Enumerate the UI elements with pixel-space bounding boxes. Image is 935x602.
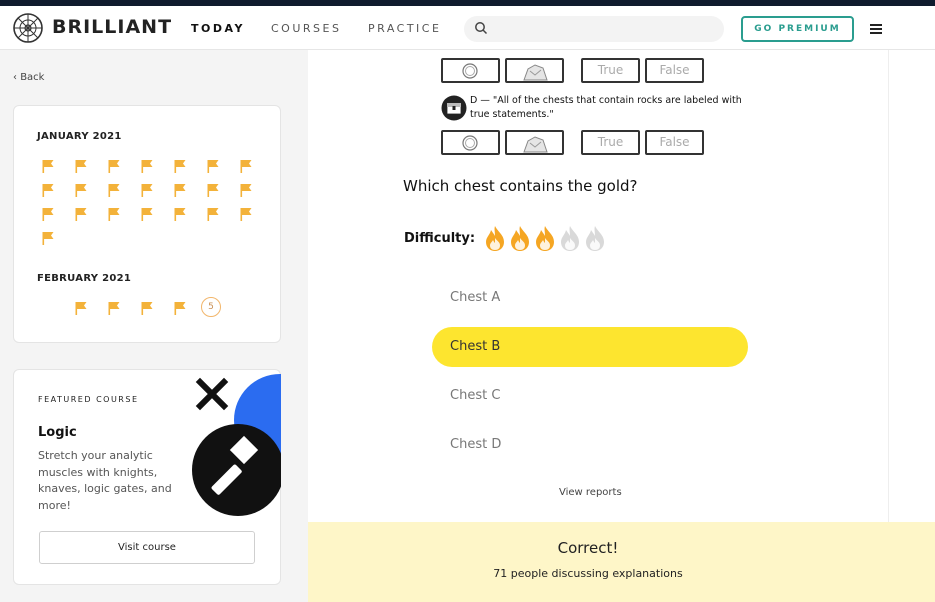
back-link[interactable]: ‹ Back (13, 72, 44, 83)
streak-flag-icon (174, 158, 186, 173)
flame-inactive-icon (558, 224, 582, 252)
streak-flag-icon (240, 182, 252, 197)
choice-chest-a[interactable]: Chest A (432, 278, 748, 318)
course-description: Stretch your analytic muscles with knigh… (38, 449, 172, 512)
streak-flag-icon (174, 300, 186, 315)
streak-flag-icon (75, 206, 87, 221)
false-option[interactable]: False (645, 58, 704, 83)
calendar-month-january: JANUARY 2021 (37, 131, 122, 142)
header: BRILLIANT TODAY COURSES PRACTICE GO PREM… (0, 6, 935, 50)
go-premium-button[interactable]: GO PREMIUM (741, 16, 854, 42)
choice-chest-c[interactable]: Chest C (432, 376, 748, 416)
nav-practice[interactable]: PRACTICE (368, 22, 441, 35)
nav-today[interactable]: TODAY (191, 22, 245, 35)
streak-flag-icon (42, 182, 54, 197)
streak-flag-icon (42, 158, 54, 173)
false-option[interactable]: False (645, 130, 704, 155)
hamburger-menu-icon[interactable] (866, 19, 886, 39)
gold-coin-tile[interactable] (441, 58, 500, 83)
course-title: Logic (38, 425, 77, 440)
chest-icon (441, 95, 467, 121)
streak-flag-icon (207, 182, 219, 197)
streak-flag-icon (42, 206, 54, 221)
calendar-month-february: FEBRUARY 2021 (37, 273, 132, 284)
view-reports-link[interactable]: View reports (559, 487, 622, 498)
streak-flag-icon (240, 158, 252, 173)
streak-flag-icon (108, 182, 120, 197)
streak-flag-icon (174, 206, 186, 221)
back-label: Back (20, 72, 45, 83)
calendar-current-day[interactable]: 5 (201, 297, 221, 317)
difficulty-label: Difficulty: (404, 231, 476, 246)
streak-flag-icon (174, 182, 186, 197)
brand-name[interactable]: BRILLIANT (52, 16, 172, 38)
streak-flag-icon (207, 158, 219, 173)
streak-flag-icon (75, 158, 87, 173)
flame-active-icon (483, 224, 507, 252)
discussion-link[interactable]: 71 people discussing explanations (308, 567, 868, 580)
choice-chest-b[interactable]: Chest B (432, 327, 748, 367)
visit-course-button[interactable]: Visit course (39, 531, 255, 564)
result-status: Correct! (557, 539, 619, 557)
streak-flag-icon (141, 158, 153, 173)
flame-active-icon (533, 224, 557, 252)
rock-tile[interactable] (505, 58, 564, 83)
flame-active-icon (508, 224, 532, 252)
search-input[interactable] (464, 16, 724, 42)
streak-flag-icon (240, 206, 252, 221)
streak-flag-icon (75, 182, 87, 197)
nav-courses[interactable]: COURSES (271, 22, 341, 35)
true-option[interactable]: True (581, 130, 640, 155)
rock-icon (523, 136, 548, 153)
flame-inactive-icon (583, 224, 607, 252)
choice-chest-d[interactable]: Chest D (432, 425, 748, 465)
streak-flag-icon (141, 206, 153, 221)
right-gutter (888, 50, 935, 522)
rock-tile[interactable] (505, 130, 564, 155)
brilliant-logo-icon[interactable] (12, 12, 44, 44)
result-banner: Correct! 71 people discussing explanatio… (308, 522, 935, 602)
streak-flag-icon (108, 300, 120, 315)
search-icon (475, 22, 488, 35)
gold-coin-tile[interactable] (441, 130, 500, 155)
streak-flag-icon (141, 300, 153, 315)
gold-coin-icon (462, 63, 478, 79)
streak-flag-icon (207, 206, 219, 221)
logic-course-illustration (192, 374, 281, 516)
gold-coin-icon (462, 135, 478, 151)
question-text: Which chest contains the gold? (403, 177, 638, 195)
statement-d: D — "All of the chests that contain rock… (470, 95, 742, 120)
rock-icon (523, 64, 548, 81)
streak-flag-icon (75, 300, 87, 315)
streak-flag-icon (108, 206, 120, 221)
streak-flag-icon (108, 158, 120, 173)
true-option[interactable]: True (581, 58, 640, 83)
streak-flag-icon (141, 182, 153, 197)
featured-course-label: FEATURED COURSE (38, 395, 139, 404)
streak-flag-icon (42, 230, 54, 245)
